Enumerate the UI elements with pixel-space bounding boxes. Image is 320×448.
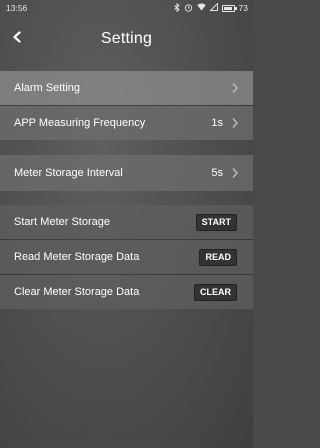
alarm-setting-label: Alarm Setting [14,82,81,94]
app-frequency-row[interactable]: APP Measuring Frequency 1s [0,106,253,140]
status-icons: 73 [173,2,248,14]
status-bar: 13:56 73 [0,0,253,16]
bluetooth-icon [173,2,180,14]
signal-icon [208,2,218,13]
start-storage-row: Start Meter Storage START [0,205,253,239]
clear-button[interactable]: CLEAR [194,283,237,301]
read-storage-label: Read Meter Storage Data [14,251,140,263]
alarm-icon [184,3,193,14]
battery-icon [221,4,237,12]
alarm-setting-row[interactable]: Alarm Setting [0,71,253,105]
storage-interval-value: 5s [211,167,223,179]
page-title: Setting [100,30,153,47]
start-storage-label: Start Meter Storage [14,216,110,228]
status-time: 13:56 [6,3,28,13]
storage-interval-label: Meter Storage Interval [14,167,123,179]
read-button[interactable]: READ [199,248,237,266]
chevron-right-icon [231,82,239,94]
start-button[interactable]: START [195,213,237,231]
chevron-right-icon [231,167,239,179]
clear-storage-label: Clear Meter Storage Data [14,286,140,298]
battery-level: 73 [238,3,248,13]
app-screen: 13:56 73 Setting Alarm Setting APP Measu… [0,0,253,448]
chevron-right-icon [231,117,239,129]
app-frequency-label: APP Measuring Frequency [14,117,146,129]
read-storage-row: Read Meter Storage Data READ [0,240,253,274]
storage-interval-row[interactable]: Meter Storage Interval 5s [0,155,253,191]
clear-storage-row: Clear Meter Storage Data CLEAR [0,275,253,309]
header: Setting [0,16,253,62]
wifi-icon [196,3,206,13]
app-frequency-value: 1s [211,117,223,129]
